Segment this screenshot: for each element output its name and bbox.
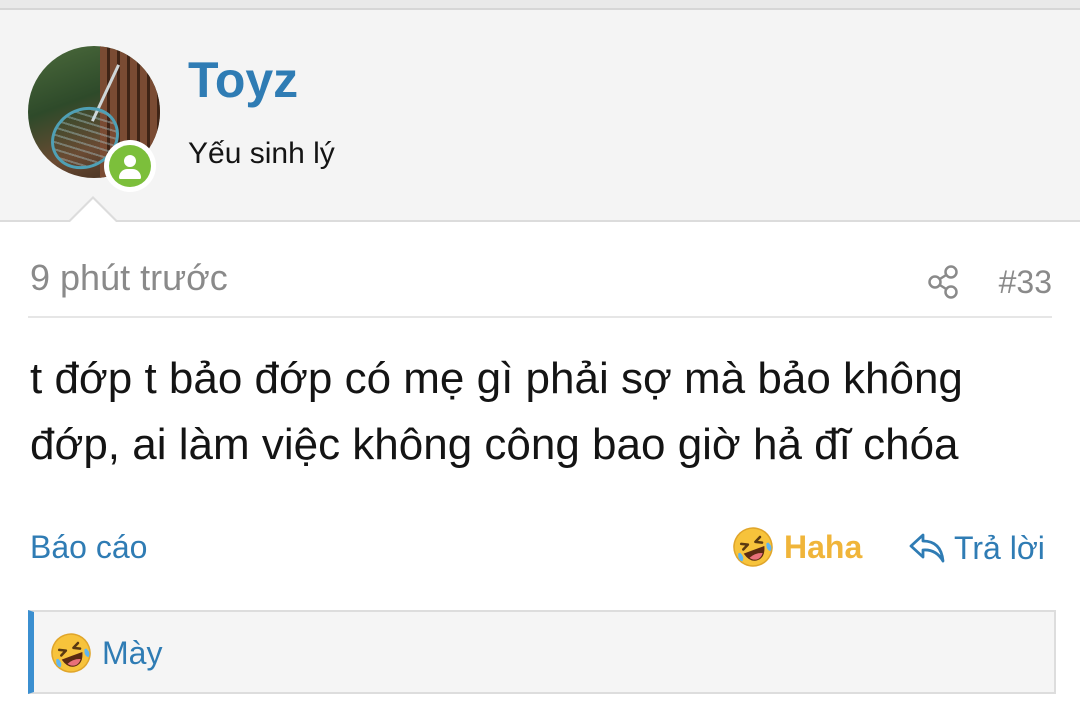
reactions-summary: Mày <box>50 630 162 676</box>
header-pointer-fill <box>70 199 116 222</box>
reply-label: Trả lời <box>954 530 1045 566</box>
post-time[interactable]: 9 phút trước <box>30 256 228 300</box>
haha-reaction-button[interactable]: Haha <box>732 524 862 570</box>
reply-arrow-icon <box>909 533 945 563</box>
person-head <box>124 155 136 167</box>
reply-button[interactable]: Trả lời <box>908 526 1045 570</box>
user-title: Yếu sinh lý <box>188 137 335 170</box>
reactions-users[interactable]: Mày <box>102 632 162 674</box>
person-body <box>119 169 141 179</box>
online-status-badge <box>104 140 156 192</box>
post-number[interactable]: #33 <box>999 260 1052 304</box>
laughing-emoji-icon <box>733 527 773 567</box>
reactions-summary-bar[interactable]: Mày <box>28 610 1056 694</box>
report-link[interactable]: Báo cáo <box>30 526 147 568</box>
top-bar <box>0 0 1080 10</box>
user-header: Toyz Yếu sinh lý <box>0 10 1080 222</box>
online-person-icon <box>109 145 151 187</box>
post-body: t đớp t bảo đớp có mẹ gì phải sợ mà bảo … <box>30 354 963 469</box>
haha-reaction-label: Haha <box>784 529 863 565</box>
post-divider <box>28 316 1052 318</box>
username[interactable]: Toyz <box>188 50 298 110</box>
share-icon[interactable] <box>926 264 960 300</box>
laughing-emoji-icon <box>51 633 91 673</box>
